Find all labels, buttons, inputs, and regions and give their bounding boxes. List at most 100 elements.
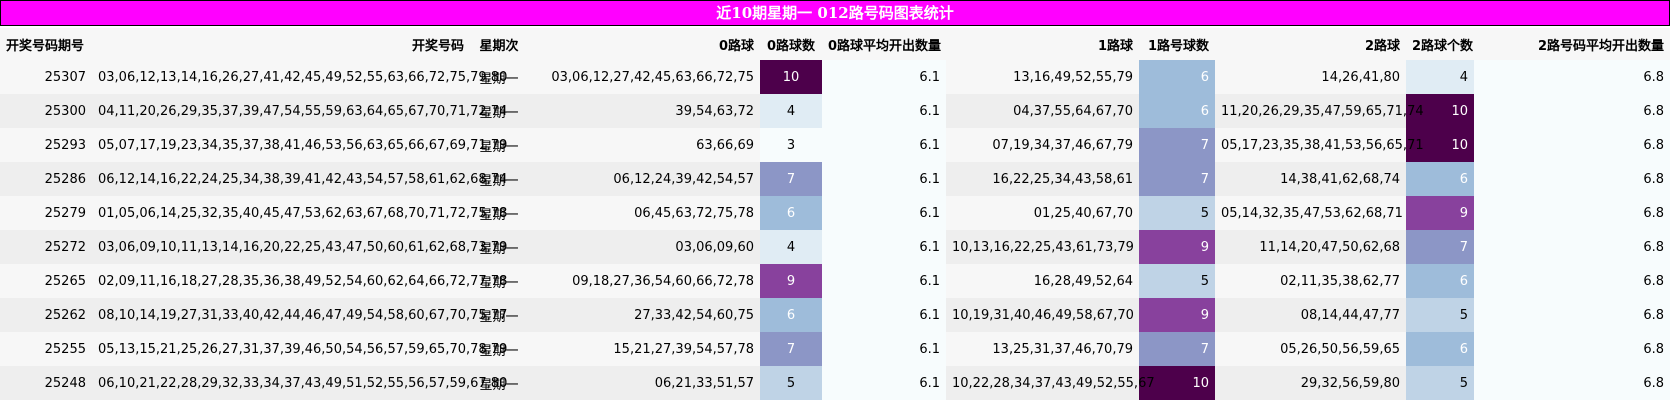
weekday-cell: 星期一: [470, 366, 528, 400]
header-row: 开奖号码期号 开奖号码 星期次 0路球 0路球数 0路球平均开出数量 1路球 1…: [0, 28, 1670, 60]
route0-balls-cell: 03,06,09,60: [528, 230, 760, 264]
route2-count-cell: 9: [1406, 196, 1474, 230]
issue-cell: 25300: [0, 94, 92, 128]
table-body: 25307 03,06,12,13,14,16,26,27,41,42,45,49…: [0, 60, 1670, 400]
route1-balls-cell: 16,28,49,52,64: [946, 264, 1139, 298]
route2-count-cell: 5: [1406, 366, 1474, 400]
numbers-cell: 03,06,09,10,11,13,14,16,20,22,25,43,47,5…: [92, 230, 507, 264]
route2-balls-cell: 05,26,50,56,59,65: [1215, 332, 1406, 366]
route1-balls-cell: 04,37,55,64,67,70: [946, 94, 1139, 128]
route1-balls-cell: 10,19,31,40,46,49,58,67,70: [946, 298, 1139, 332]
column-header: 星期次: [470, 28, 528, 60]
numbers-cell: 01,05,06,14,25,32,35,40,45,47,53,62,63,6…: [92, 196, 507, 230]
numbers-cell: 06,12,14,16,22,24,25,34,38,39,41,42,43,5…: [92, 162, 507, 196]
route1-count-cell: 9: [1139, 298, 1215, 332]
column-header: 1路球: [946, 28, 1139, 60]
column-header: 开奖号码期号: [0, 28, 92, 60]
route0-average-cell: 6.1: [822, 196, 946, 230]
table-row: 25262 08,10,14,19,27,31,33,40,42,44,46,47…: [0, 298, 1670, 332]
route2-balls-cell: 14,26,41,80: [1215, 60, 1406, 94]
table-row: 25265 02,09,11,16,18,27,28,35,36,38,49,52…: [0, 264, 1670, 298]
column-header: 2路球个数: [1406, 28, 1474, 60]
column-header: 0路球数: [760, 28, 822, 60]
route0-count-cell: 7: [760, 332, 822, 366]
statistics-table: 开奖号码期号 开奖号码 星期次 0路球 0路球数 0路球平均开出数量 1路球 1…: [0, 28, 1670, 400]
table-row: 25255 05,13,15,21,25,26,27,31,37,39,46,50…: [0, 332, 1670, 366]
numbers-cell: 06,10,21,22,28,29,32,33,34,37,43,49,51,5…: [92, 366, 507, 400]
route1-balls-cell: 13,25,31,37,46,70,79: [946, 332, 1139, 366]
route2-average-cell: 6.8: [1474, 366, 1670, 400]
issue-cell: 25293: [0, 128, 92, 162]
route0-average-cell: 6.1: [822, 162, 946, 196]
route0-average-cell: 6.1: [822, 366, 946, 400]
route0-balls-cell: 63,66,69: [528, 128, 760, 162]
route1-count-cell: 6: [1139, 60, 1215, 94]
route1-balls-cell: 13,16,49,52,55,79: [946, 60, 1139, 94]
weekday-cell: 星期一: [470, 332, 528, 366]
issue-cell: 25265: [0, 264, 92, 298]
route2-count-cell: 6: [1406, 332, 1474, 366]
issue-cell: 25255: [0, 332, 92, 366]
weekday-cell: 星期一: [470, 94, 528, 128]
numbers-cell: 04,11,20,26,29,35,37,39,47,54,55,59,63,6…: [92, 94, 507, 128]
route1-count-cell: 7: [1139, 162, 1215, 196]
route0-average-cell: 6.1: [822, 298, 946, 332]
route2-average-cell: 6.8: [1474, 60, 1670, 94]
route1-count-cell: 7: [1139, 332, 1215, 366]
route2-balls-cell: 29,32,56,59,80: [1215, 366, 1406, 400]
weekday-cell: 星期一: [470, 230, 528, 264]
issue-cell: 25248: [0, 366, 92, 400]
route0-balls-cell: 27,33,42,54,60,75: [528, 298, 760, 332]
route1-balls-cell: 10,22,28,34,37,43,49,52,55,67: [946, 366, 1155, 400]
table-row: 25272 03,06,09,10,11,13,14,16,20,22,25,43…: [0, 230, 1670, 264]
route0-balls-cell: 09,18,27,36,54,60,66,72,78: [528, 264, 760, 298]
weekday-cell: 星期一: [470, 128, 528, 162]
route1-balls-cell: 01,25,40,67,70: [946, 196, 1139, 230]
route0-balls-cell: 06,12,24,39,42,54,57: [528, 162, 760, 196]
route2-balls-cell: 14,38,41,62,68,74: [1215, 162, 1406, 196]
route0-average-cell: 6.1: [822, 60, 946, 94]
route0-balls-cell: 06,45,63,72,75,78: [528, 196, 760, 230]
table-row: 25293 05,07,17,19,23,34,35,37,38,41,46,53…: [0, 128, 1670, 162]
column-header: 0路球: [528, 28, 760, 60]
weekday-cell: 星期一: [470, 298, 528, 332]
route2-balls-cell: 02,11,35,38,62,77: [1215, 264, 1406, 298]
weekday-cell: 星期一: [470, 162, 528, 196]
route2-balls-cell: 08,14,44,47,77: [1215, 298, 1406, 332]
route2-average-cell: 6.8: [1474, 230, 1670, 264]
route1-count-cell: 7: [1139, 128, 1215, 162]
route2-balls-cell: 05,17,23,35,38,41,53,56,65,71: [1215, 128, 1424, 162]
numbers-cell: 02,09,11,16,18,27,28,35,36,38,49,52,54,6…: [92, 264, 507, 298]
route2-count-cell: 6: [1406, 264, 1474, 298]
route0-average-cell: 6.1: [822, 94, 946, 128]
table-title: 近10期星期一 012路号码图表统计: [0, 0, 1670, 26]
route0-count-cell: 10: [760, 60, 822, 94]
route0-count-cell: 4: [760, 94, 822, 128]
issue-cell: 25307: [0, 60, 92, 94]
route0-average-cell: 6.1: [822, 264, 946, 298]
route1-balls-cell: 16,22,25,34,43,58,61: [946, 162, 1139, 196]
route2-count-cell: 5: [1406, 298, 1474, 332]
route0-balls-cell: 15,21,27,39,54,57,78: [528, 332, 760, 366]
table-row: 25307 03,06,12,13,14,16,26,27,41,42,45,49…: [0, 60, 1670, 94]
route1-count-cell: 5: [1139, 264, 1215, 298]
issue-cell: 25279: [0, 196, 92, 230]
route0-average-cell: 6.1: [822, 332, 946, 366]
table-row: 25279 01,05,06,14,25,32,35,40,45,47,53,62…: [0, 196, 1670, 230]
route2-count-cell: 4: [1406, 60, 1474, 94]
numbers-cell: 03,06,12,13,14,16,26,27,41,42,45,49,52,5…: [92, 60, 507, 94]
route0-balls-cell: 39,54,63,72: [528, 94, 760, 128]
numbers-cell: 05,13,15,21,25,26,27,31,37,39,46,50,54,5…: [92, 332, 507, 366]
table-row: 25286 06,12,14,16,22,24,25,34,38,39,41,42…: [0, 162, 1670, 196]
route0-count-cell: 4: [760, 230, 822, 264]
route0-count-cell: 9: [760, 264, 822, 298]
weekday-cell: 星期一: [470, 264, 528, 298]
numbers-cell: 05,07,17,19,23,34,35,37,38,41,46,53,56,6…: [92, 128, 507, 162]
route2-balls-cell: 11,20,26,29,35,47,59,65,71,74: [1215, 94, 1424, 128]
route2-average-cell: 6.8: [1474, 196, 1670, 230]
route1-count-cell: 5: [1139, 196, 1215, 230]
route1-balls-cell: 10,13,16,22,25,43,61,73,79: [946, 230, 1139, 264]
route2-average-cell: 6.8: [1474, 128, 1670, 162]
table-row: 25248 06,10,21,22,28,29,32,33,34,37,43,49…: [0, 366, 1670, 400]
route0-count-cell: 6: [760, 298, 822, 332]
